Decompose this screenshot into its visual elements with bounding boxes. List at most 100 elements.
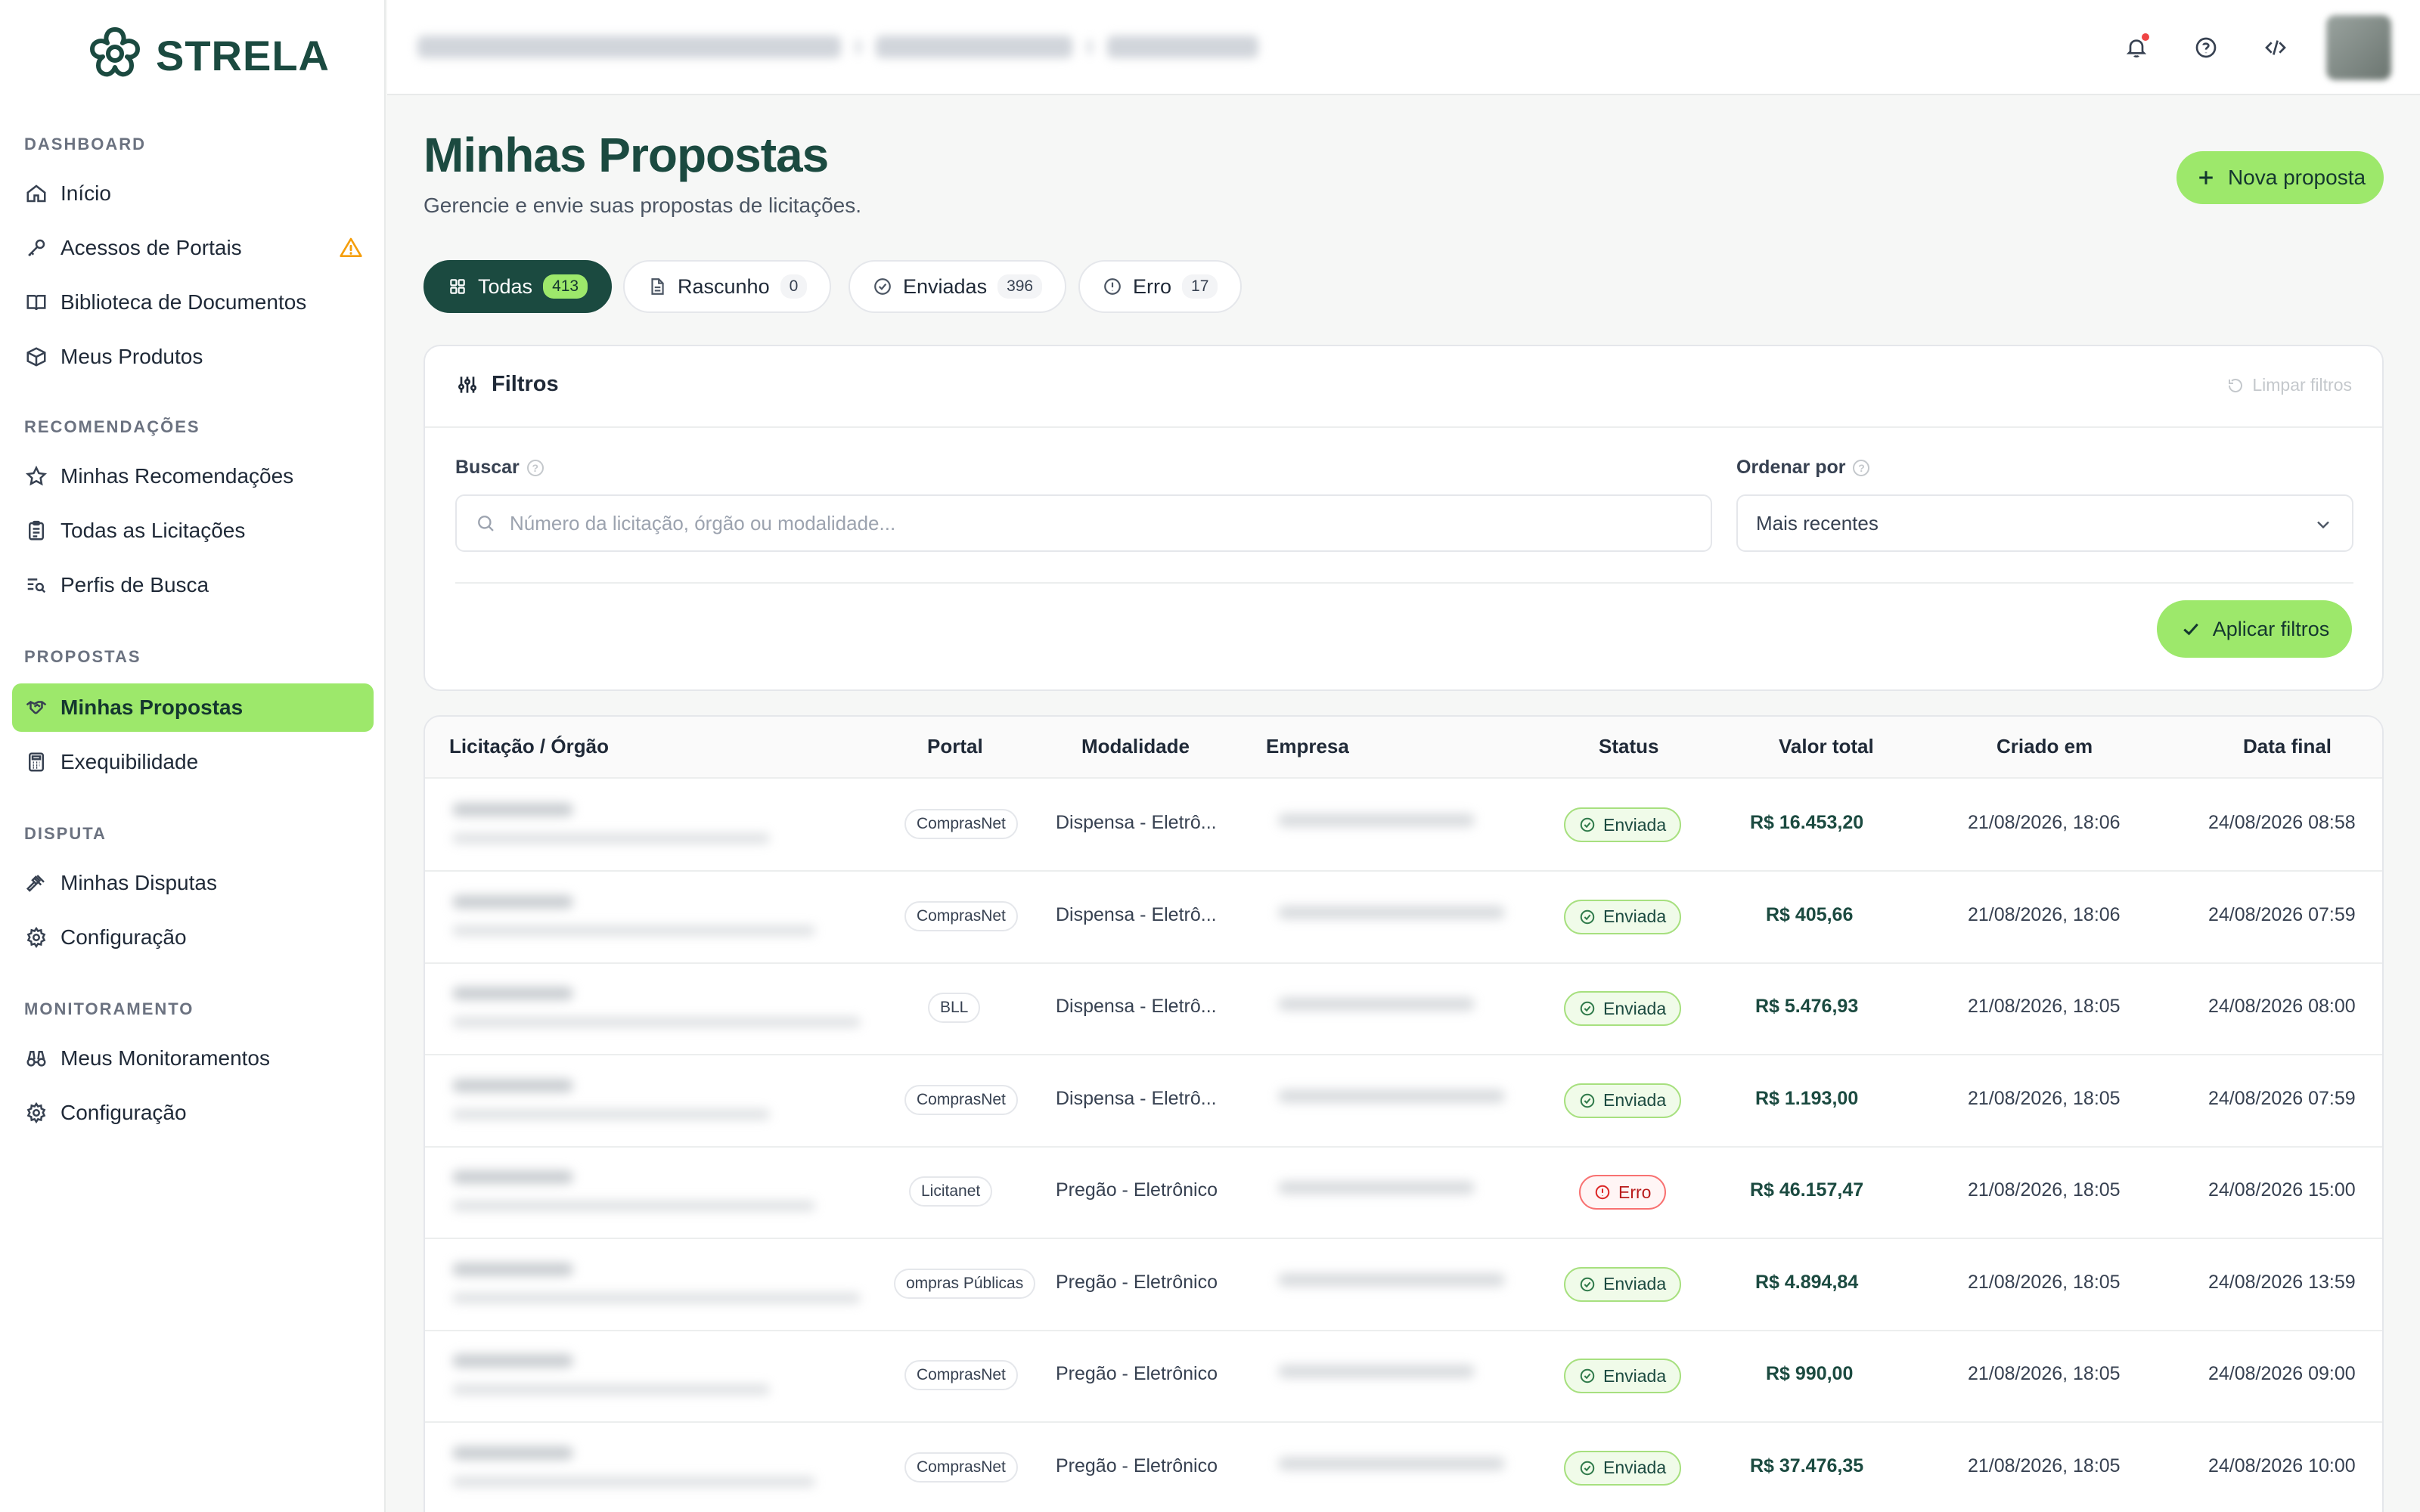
licitacao-cell-redacted[interactable] [433, 1426, 886, 1511]
sidebar-item-exequibilidade[interactable]: Exequibilidade [12, 738, 374, 786]
order-select[interactable]: Mais recentes [1736, 494, 2353, 552]
data-final-cell: 24/08/2026 07:59 [2208, 903, 2356, 925]
table-row[interactable]: BLL Dispensa - Eletrô... Enviada R$ 5.476,9… [425, 964, 2382, 1055]
licitacao-cell-redacted[interactable] [433, 875, 886, 960]
table-row[interactable]: ComprasNet Pregão - Eletrônico Enviada R$ 3… [425, 1424, 2382, 1512]
tab-todas[interactable]: Todas 413 [424, 260, 613, 313]
licitacao-cell-redacted[interactable] [433, 783, 886, 868]
sidebar-item-minhas-propostas[interactable]: Minhas Propostas [12, 683, 374, 732]
table-row[interactable]: Licitanet Pregão - Eletrônico Erro R$ 46.15… [425, 1148, 2382, 1239]
empresa-cell-redacted [1255, 1334, 1543, 1419]
redacted-text [452, 1017, 861, 1027]
brand-logo[interactable]: STRELA [83, 23, 330, 88]
filters-header: Filtros Limpar filtros [425, 346, 2382, 428]
empresa-cell-redacted [1255, 1151, 1543, 1235]
apply-filters-button[interactable]: Aplicar filtros [2157, 600, 2352, 658]
brand-name: STRELA [156, 31, 330, 79]
file-icon [651, 278, 664, 295]
column-header-valor-total[interactable]: Valor total [1779, 735, 1874, 758]
modalidade-cell: Pregão - Eletrônico [1056, 1179, 1218, 1201]
column-header-portal[interactable]: Portal [927, 735, 983, 758]
licitacao-cell-redacted[interactable] [433, 1058, 886, 1144]
tab-label: Enviadas [903, 274, 988, 298]
help-button[interactable] [2189, 30, 2223, 65]
valor-total-cell: R$ 46.157,47 [1750, 1179, 1864, 1201]
tab-erro[interactable]: Erro 17 [1078, 260, 1243, 313]
portal-badge: ComprasNet [904, 900, 1018, 931]
portal-badge: ompras Públicas [894, 1268, 1036, 1299]
redacted-text [1278, 997, 1475, 1011]
reset-icon [2229, 378, 2243, 392]
portal-badge: BLL [928, 993, 981, 1023]
search-input[interactable] [510, 511, 1644, 535]
new-proposal-button[interactable]: Nova proposta [2176, 151, 2384, 204]
box-icon [24, 345, 48, 369]
portal-badge: Licitanet [909, 1176, 993, 1207]
tab-enviadas[interactable]: Enviadas 396 [849, 260, 1067, 313]
sidebar-item-meus-monitoramentos[interactable]: Meus Monitoramentos [12, 1034, 374, 1083]
sidebar: STRELA DASHBOARD Início Acessos de Porta… [0, 0, 386, 1512]
status-label: Enviada [1603, 906, 1667, 926]
table-row[interactable]: ComprasNet Dispensa - Eletrô... Enviada R$ … [425, 1056, 2382, 1148]
sidebar-item-biblioteca-de-documentos[interactable]: Biblioteca de Documentos [12, 278, 374, 327]
sidebar-item-label: Configuração [60, 925, 187, 949]
data-final-cell: 24/08/2026 08:58 [2208, 812, 2356, 833]
section-title-propostas: PROPOSTAS [24, 647, 141, 666]
column-header-modalidade[interactable]: Modalidade [1081, 735, 1190, 758]
redacted-text [452, 1476, 815, 1487]
clear-filters-label: Limpar filtros [2252, 375, 2352, 395]
column-header-criado-em[interactable]: Criado em [1996, 735, 2093, 758]
breadcrumb[interactable] [417, 30, 1258, 64]
criado-em-cell: 21/08/2026, 18:05 [1968, 1363, 2121, 1384]
sidebar-item-perfis-de-busca[interactable]: Perfis de Busca [12, 561, 374, 609]
breadcrumb-separator [1087, 39, 1092, 54]
portal-badge: ComprasNet [904, 1452, 1018, 1483]
sidebar-item-inicio[interactable]: Início [12, 169, 374, 218]
portal-badge: ComprasNet [904, 809, 1018, 839]
column-header-empresa[interactable]: Empresa [1266, 735, 1349, 758]
portal-badge: ComprasNet [904, 1360, 1018, 1390]
data-final-cell: 24/08/2026 13:59 [2208, 1271, 2356, 1293]
sidebar-item-minhas-recomendacoes[interactable]: Minhas Recomendações [12, 452, 374, 500]
status-badge: Enviada [1564, 991, 1682, 1026]
sidebar-item-minhas-disputas[interactable]: Minhas Disputas [12, 859, 374, 907]
search-field[interactable] [455, 494, 1712, 552]
info-icon[interactable]: ? [526, 459, 544, 476]
licitacao-cell-redacted[interactable] [433, 1151, 886, 1235]
table-row[interactable]: ComprasNet Dispensa - Eletrô... Enviada R$ … [425, 780, 2382, 872]
check-circle-icon [1579, 816, 1596, 833]
clear-filters-button[interactable]: Limpar filtros [2226, 375, 2352, 395]
avatar[interactable] [2326, 15, 2391, 80]
handshake-icon [24, 696, 48, 720]
tab-rascunho[interactable]: Rascunho 0 [623, 260, 832, 313]
table-row[interactable]: ompras Públicas Pregão - Eletrônico Enviad… [425, 1240, 2382, 1331]
column-header-status[interactable]: Status [1599, 735, 1658, 758]
column-header-data-final[interactable]: Data final [2243, 735, 2332, 758]
table-row[interactable]: ComprasNet Pregão - Eletrônico Enviada R$ 9… [425, 1331, 2382, 1423]
sidebar-item-todas-as-licitacoes[interactable]: Todas as Licitações [12, 507, 374, 555]
redacted-text [452, 1170, 573, 1184]
sidebar-item-meus-produtos[interactable]: Meus Produtos [12, 333, 374, 381]
notifications-button[interactable] [2119, 30, 2154, 65]
tab-count: 396 [997, 274, 1043, 299]
developer-button[interactable] [2258, 30, 2293, 65]
sidebar-item-configuracao-disputa[interactable]: Configuração [12, 913, 374, 962]
status-label: Erro [1618, 1182, 1652, 1202]
valor-total-cell: R$ 405,66 [1766, 903, 1854, 925]
alert-circle-icon [1104, 278, 1121, 295]
check-icon [2183, 623, 2198, 636]
sidebar-item-configuracao-monitoramento[interactable]: Configuração [12, 1089, 374, 1137]
licitacao-cell-redacted[interactable] [433, 1334, 886, 1419]
info-icon[interactable]: ? [1853, 459, 1870, 476]
table-row[interactable]: ComprasNet Dispensa - Eletrô... Enviada R$ … [425, 872, 2382, 964]
empresa-cell-redacted [1255, 875, 1543, 960]
redacted-text [452, 987, 573, 1000]
column-header-licitacao[interactable]: Licitação / Órgão [449, 735, 609, 758]
sidebar-item-acessos-de-portais[interactable]: Acessos de Portais [12, 224, 374, 272]
criado-em-cell: 21/08/2026, 18:05 [1968, 1087, 2121, 1109]
licitacao-cell-redacted[interactable] [433, 1242, 886, 1328]
criado-em-cell: 21/08/2026, 18:06 [1968, 812, 2121, 833]
check-circle-icon [1579, 1092, 1596, 1109]
valor-total-cell: R$ 5.476,93 [1755, 996, 1859, 1017]
licitacao-cell-redacted[interactable] [433, 967, 886, 1052]
